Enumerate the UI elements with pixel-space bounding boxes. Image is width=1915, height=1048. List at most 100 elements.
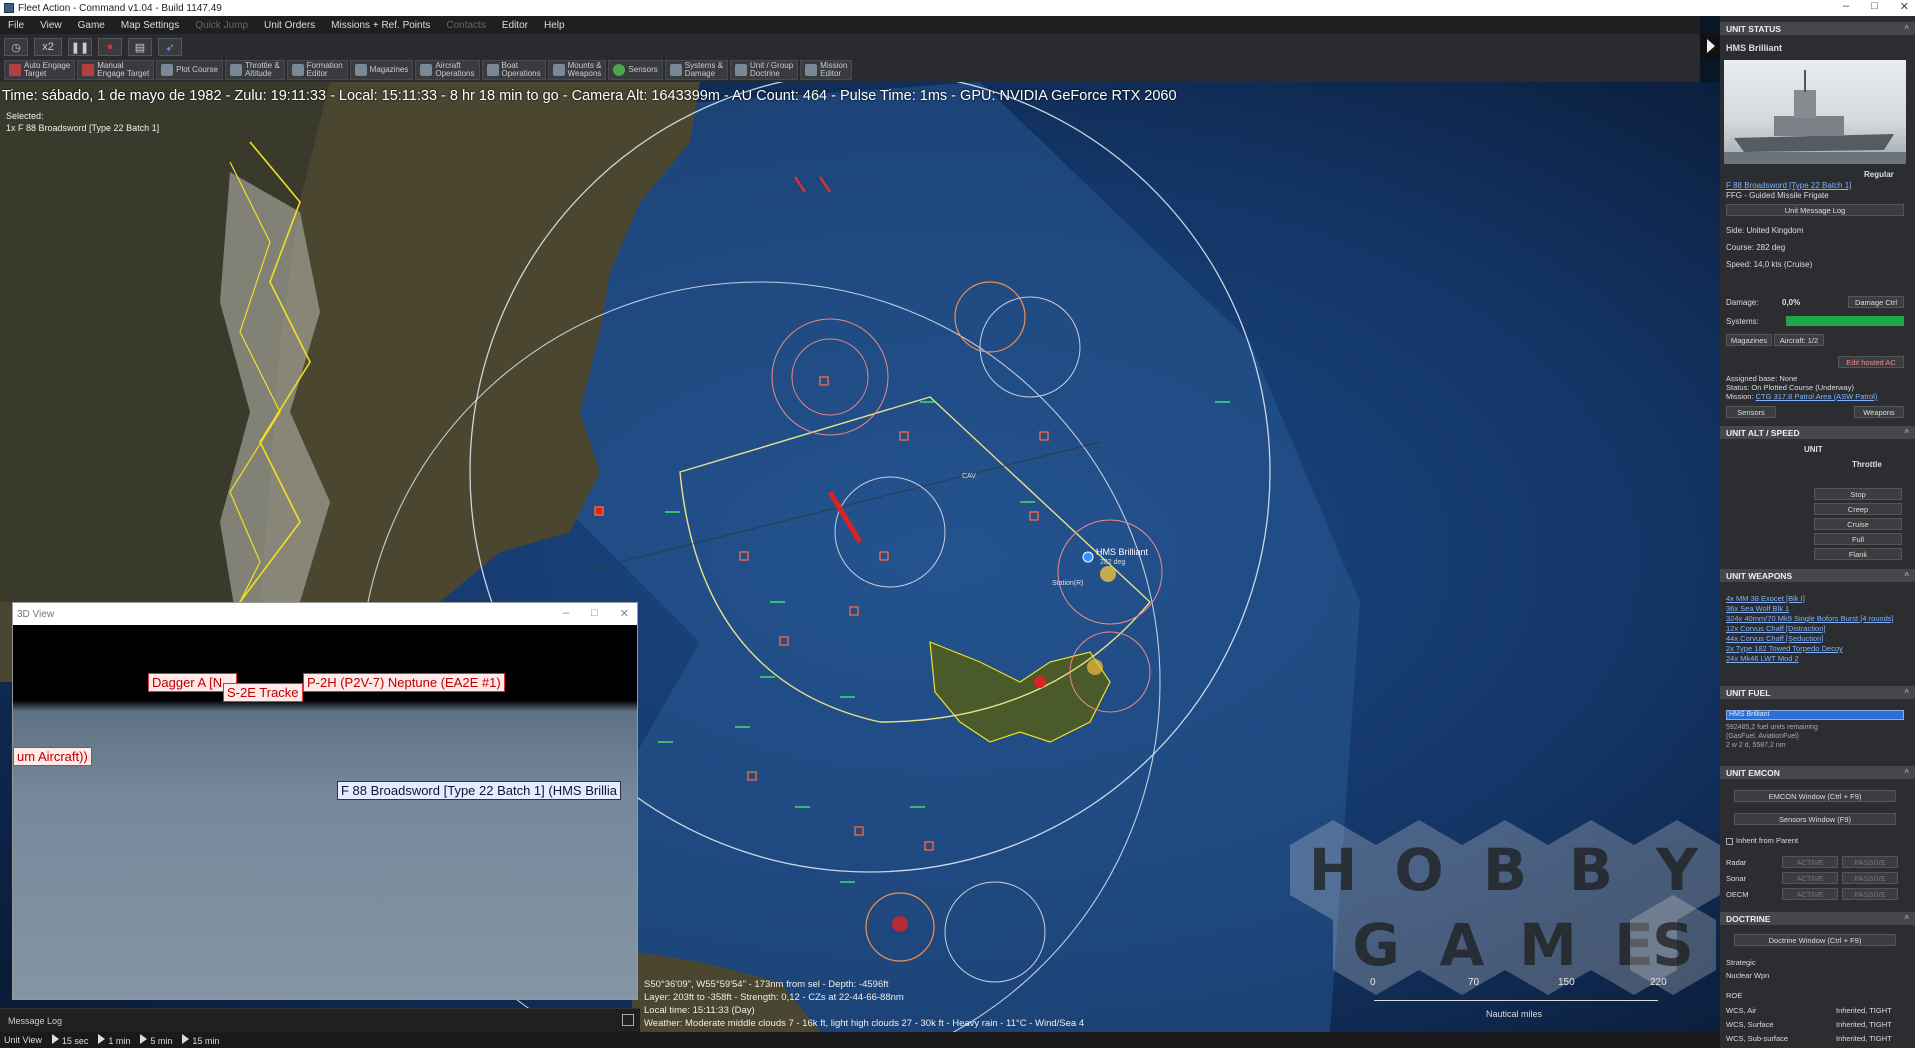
throttle-flank-button[interactable]: Flank: [1814, 548, 1902, 560]
magazines-panel-button[interactable]: Magazines: [1726, 334, 1772, 346]
selected-unit-group[interactable]: [1100, 566, 1116, 582]
manual-engage-button[interactable]: Manual Engage Target: [77, 60, 155, 80]
emcon-header[interactable]: UNIT EMCON ^: [1720, 766, 1915, 779]
wcs-air-value[interactable]: Inherited, TIGHT: [1836, 1006, 1892, 1015]
unit-status-header[interactable]: UNIT STATUS ^: [1720, 22, 1915, 35]
sonar-active-button[interactable]: ACTIVE: [1782, 872, 1838, 884]
wcs-surface-value[interactable]: Inherited, TIGHT: [1836, 1020, 1892, 1029]
tag-aircraft[interactable]: um Aircraft)): [13, 747, 92, 766]
record-icon[interactable]: ●: [98, 38, 122, 56]
step-1-min[interactable]: 1 min: [98, 1034, 130, 1046]
sensors-window-button[interactable]: Sensors Window (F9): [1734, 813, 1896, 825]
collapse-icon[interactable]: ^: [1904, 768, 1909, 777]
mission-editor-button[interactable]: Mission Editor: [800, 60, 853, 80]
doctrine-header[interactable]: DOCTRINE ^: [1720, 912, 1915, 925]
weapon-item[interactable]: 2x Type 182 Towed Torpedo Decoy: [1726, 644, 1843, 653]
throttle-full-button[interactable]: Full: [1814, 533, 1902, 545]
tag-broadsword[interactable]: F 88 Broadsword [Type 22 Batch 1] (HMS B…: [337, 781, 622, 800]
throttle-cruise-button[interactable]: Cruise: [1814, 518, 1902, 530]
sensors-panel-button[interactable]: Sensors: [1726, 406, 1776, 418]
step-5-min[interactable]: 5 min: [140, 1034, 172, 1046]
tag-s2e-tracker[interactable]: S-2E Tracke: [223, 683, 303, 702]
menu-view[interactable]: View: [32, 20, 70, 31]
clock-icon[interactable]: ◷: [4, 38, 28, 56]
mission-link[interactable]: CTG 317.8 Patrol Area (ASW Patrol): [1756, 392, 1878, 401]
plot-course-button[interactable]: Plot Course: [156, 60, 223, 80]
weapon-item[interactable]: 24x Mk46 LWT Mod 2: [1726, 654, 1799, 663]
radar-active-button[interactable]: ACTIVE: [1782, 856, 1838, 868]
menu-contacts[interactable]: Contacts: [438, 20, 493, 31]
throttle-stop-button[interactable]: Stop: [1814, 488, 1902, 500]
menu-missions[interactable]: Missions + Ref. Points: [323, 20, 438, 31]
hostile-ship-south[interactable]: [892, 916, 908, 932]
radar-passive-button[interactable]: PASSIVE: [1842, 856, 1898, 868]
hms-brilliant-marker[interactable]: [1082, 551, 1094, 563]
menu-unit-orders[interactable]: Unit Orders: [256, 20, 323, 31]
time-compression[interactable]: x2: [34, 38, 62, 56]
throttle-creep-button[interactable]: Creep: [1814, 503, 1902, 515]
weapon-item[interactable]: 36x Sea Wolf Blk 1: [1726, 604, 1789, 613]
view-3d-window[interactable]: 3D View – □ ✕ Dagger A [N... P-2H (P2V-7…: [12, 602, 638, 1000]
hms-brilliant-label[interactable]: HMS Brilliant: [1096, 547, 1148, 557]
collapse-icon[interactable]: ^: [1904, 571, 1909, 580]
oecm-passive-button[interactable]: PASSIVE: [1842, 888, 1898, 900]
menu-game[interactable]: Game: [70, 20, 113, 31]
wcs-subsurface-value[interactable]: Inherited, TIGHT: [1836, 1034, 1892, 1043]
aircraft-panel-button[interactable]: Aircraft: 1/2: [1774, 334, 1824, 346]
minimize-icon[interactable]: –: [563, 607, 569, 620]
printer-icon[interactable]: ▤: [128, 38, 152, 56]
fuel-header[interactable]: UNIT FUEL ^: [1720, 686, 1915, 699]
close-icon[interactable]: ✕: [1900, 0, 1909, 13]
tag-neptune[interactable]: P-2H (P2V-7) Neptune (EA2E #1): [303, 673, 505, 692]
edit-hosted-ac-button[interactable]: Edit hosted AC: [1838, 356, 1904, 368]
hostile-ship[interactable]: [1034, 676, 1046, 688]
maximize-icon[interactable]: □: [1871, 0, 1878, 13]
collapse-icon[interactable]: ^: [1904, 914, 1909, 923]
view-3d-titlebar[interactable]: 3D View – □ ✕: [13, 603, 637, 625]
alt-speed-header[interactable]: UNIT ALT / SPEED ^: [1720, 426, 1915, 439]
doctrine-button[interactable]: Unit / Group Doctrine: [730, 60, 799, 80]
sonar-passive-button[interactable]: PASSIVE: [1842, 872, 1898, 884]
pointer-icon[interactable]: ➶: [158, 38, 182, 56]
minimize-icon[interactable]: –: [1843, 0, 1849, 13]
view-3d-scene[interactable]: Dagger A [N... P-2H (P2V-7) Neptune (EA2…: [13, 625, 637, 999]
menu-help[interactable]: Help: [536, 20, 573, 31]
formation-editor-button[interactable]: Formation Editor: [286, 60, 348, 80]
throttle-altitude-button[interactable]: Throttle & Altitude: [224, 60, 285, 80]
menu-file[interactable]: File: [0, 20, 32, 31]
class-link[interactable]: F 88 Broadsword [Type 22 Batch 1]: [1726, 181, 1851, 190]
weapon-item[interactable]: 324x 40mm/70 Mk9 Single Bofors Burst [4 …: [1726, 614, 1906, 623]
weapons-header[interactable]: UNIT WEAPONS ^: [1720, 569, 1915, 582]
oecm-active-button[interactable]: ACTIVE: [1782, 888, 1838, 900]
weapon-item[interactable]: 4x MM 38 Exocet [Blk I]: [1726, 594, 1805, 603]
weapon-item[interactable]: 44x Corvus Chaff [Seduction]: [1726, 634, 1823, 643]
magazines-button[interactable]: Magazines: [349, 60, 414, 80]
step-15-min[interactable]: 15 min: [182, 1034, 219, 1046]
collapse-icon[interactable]: ^: [1904, 688, 1909, 697]
emcon-window-button[interactable]: EMCON Window (Ctrl + F9): [1734, 790, 1896, 802]
unit-message-log-button[interactable]: Unit Message Log: [1726, 204, 1904, 216]
menu-editor[interactable]: Editor: [494, 20, 536, 31]
menu-map-settings[interactable]: Map Settings: [113, 20, 187, 31]
checkbox-icon[interactable]: [1726, 837, 1733, 845]
collapse-icon[interactable]: ^: [1904, 428, 1909, 437]
inherit-from-parent[interactable]: Inherit from Parent: [1726, 836, 1798, 845]
contact-marker[interactable]: [594, 506, 604, 516]
mounts-weapons-button[interactable]: Mounts & Weapons: [547, 60, 607, 80]
damage-control-button[interactable]: Damage Ctrl: [1848, 296, 1904, 308]
boat-ops-button[interactable]: Boat Operations: [481, 60, 546, 80]
weapon-item[interactable]: 12x Corvus Chaff [Distraction]: [1726, 624, 1826, 633]
auto-engage-button[interactable]: Auto Engage Target: [4, 60, 76, 80]
close-icon[interactable]: ✕: [620, 607, 629, 620]
sensors-button[interactable]: Sensors: [608, 60, 663, 80]
maximize-icon[interactable]: □: [591, 607, 598, 620]
step-15-sec[interactable]: 15 sec: [51, 1034, 88, 1046]
message-log-bar[interactable]: Message Log: [0, 1008, 640, 1032]
unit-group[interactable]: [1087, 659, 1103, 675]
menu-quick-jump[interactable]: Quick Jump: [187, 20, 256, 31]
aircraft-ops-button[interactable]: Aircraft Operations: [415, 60, 480, 80]
systems-damage-button[interactable]: Systems & Damage: [664, 60, 729, 80]
panel-expand-icon[interactable]: [1700, 34, 1720, 58]
doctrine-window-button[interactable]: Doctrine Window (Ctrl + F9): [1734, 934, 1896, 946]
pause-icon[interactable]: ❚❚: [68, 38, 92, 56]
